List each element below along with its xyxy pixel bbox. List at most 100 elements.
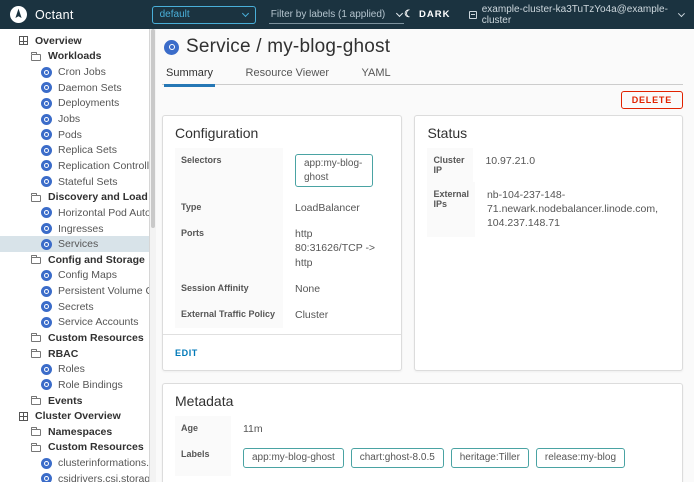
- sidebar-item[interactable]: Secrets: [0, 299, 149, 315]
- config-row-value: app:my-blog-ghost: [295, 154, 373, 187]
- sidebar-item[interactable]: RBAC: [0, 346, 149, 362]
- config-row-label: Selectors: [175, 148, 283, 195]
- sidebar-item-label: Ingresses: [58, 223, 104, 235]
- cluster-context-dropdown[interactable]: example-cluster-ka3TuTzYo4a@example-clus…: [469, 4, 685, 26]
- sidebar-item[interactable]: Config Maps: [0, 268, 149, 284]
- resource-circle-icon: [41, 473, 52, 482]
- sidebar-item-label: Cluster Overview: [35, 410, 121, 422]
- sidebar-item-label: Services: [58, 238, 98, 250]
- sidebar-item-label: clusterinformations.crd.projec: [58, 457, 149, 469]
- label-filter-dropdown[interactable]: Filter by labels (1 applied): [269, 6, 404, 24]
- resource-circle-icon: [41, 286, 52, 297]
- sidebar-scrollbar[interactable]: [150, 29, 156, 482]
- sidebar-item[interactable]: Config and Storage: [0, 252, 149, 268]
- resource-circle-icon: [41, 364, 52, 375]
- label-filter-text: Filter by labels (1 applied): [271, 9, 386, 20]
- edit-link[interactable]: EDIT: [175, 348, 198, 358]
- chevron-down-icon: [396, 9, 403, 16]
- sidebar-item-label: Config Maps: [58, 269, 117, 281]
- namespace-dropdown[interactable]: default: [152, 6, 256, 24]
- age-label: Age: [175, 416, 231, 442]
- tab[interactable]: YAML: [360, 64, 393, 84]
- sidebar-item-label: Pods: [58, 129, 82, 141]
- sidebar-item[interactable]: Discovery and Load Balancing: [0, 189, 149, 205]
- folder-icon: [31, 257, 41, 264]
- resource-circle-icon: [41, 98, 52, 109]
- sidebar-item[interactable]: Overview: [0, 33, 149, 49]
- sidebar-item-label: Events: [48, 395, 82, 407]
- octant-logo-icon: [10, 6, 27, 23]
- config-row: Selectors app:my-blog-ghost: [175, 148, 389, 195]
- tab[interactable]: Resource Viewer: [244, 64, 332, 84]
- sidebar-item[interactable]: csidrivers.csi.storage.k8s.io: [0, 471, 149, 482]
- sidebar-item-label: Config and Storage: [48, 254, 145, 266]
- config-row-value: LoadBalancer: [295, 202, 360, 214]
- page-title: Service / my-blog-ghost: [186, 36, 390, 58]
- sidebar-item-label: Cron Jobs: [58, 66, 106, 78]
- sidebar-item-label: Stateful Sets: [58, 176, 118, 188]
- resource-circle-icon: [41, 129, 52, 140]
- config-row: External Traffic Policy Cluster: [175, 302, 389, 328]
- status-card: Status Cluster IP 10.97.21.0 External IP…: [414, 115, 683, 371]
- sidebar-item[interactable]: Cron Jobs: [0, 64, 149, 80]
- sidebar-item-label: Daemon Sets: [58, 82, 122, 94]
- applications-icon: [19, 412, 28, 421]
- configuration-title: Configuration: [175, 125, 389, 141]
- sidebar-item[interactable]: Events: [0, 393, 149, 409]
- sidebar-item-label: Service Accounts: [58, 316, 139, 328]
- resource-circle-icon: [41, 223, 52, 234]
- sidebar-item-label: Deployments: [58, 97, 119, 109]
- sidebar-item[interactable]: clusterinformations.crd.projec: [0, 455, 149, 471]
- theme-toggle-button[interactable]: ☾ DARK: [404, 9, 450, 20]
- app-header: Octant default Filter by labels (1 appli…: [0, 0, 694, 29]
- sidebar-item[interactable]: Stateful Sets: [0, 174, 149, 190]
- resource-circle-icon: [41, 207, 52, 218]
- sidebar-item[interactable]: Jobs: [0, 111, 149, 127]
- folder-icon: [31, 429, 41, 436]
- resource-circle-icon: [41, 176, 52, 187]
- metadata-labels-row: Labels app:my-blog-ghost chart:ghost-8.0…: [175, 442, 670, 476]
- sidebar-item[interactable]: Cluster Overview: [0, 408, 149, 424]
- config-row-value: None: [295, 283, 320, 295]
- sidebar-item[interactable]: Replica Sets: [0, 142, 149, 158]
- sidebar-item-label: Custom Resources: [48, 332, 144, 344]
- sidebar-item[interactable]: Workloads: [0, 49, 149, 65]
- sidebar-item[interactable]: Services: [0, 236, 149, 252]
- delete-button[interactable]: DELETE: [621, 91, 683, 109]
- status-row-label: External IPs: [427, 182, 475, 237]
- tab[interactable]: Summary: [164, 64, 215, 87]
- scrollbar-thumb[interactable]: [151, 29, 155, 228]
- tab-bar: Summary Resource Viewer YAML: [162, 63, 683, 85]
- folder-icon: [31, 335, 41, 342]
- sidebar-item[interactable]: Custom Resources: [0, 440, 149, 456]
- sidebar-item[interactable]: Custom Resources: [0, 330, 149, 346]
- sidebar-item[interactable]: Replication Controllers: [0, 158, 149, 174]
- sidebar-item[interactable]: Horizontal Pod Autoscalers: [0, 205, 149, 221]
- label-tag: app:my-blog-ghost: [243, 448, 344, 468]
- configuration-card: Configuration Selectors app:my-blog-ghos…: [162, 115, 402, 371]
- sidebar-item-label: Roles: [58, 363, 85, 375]
- folder-icon: [31, 195, 41, 202]
- sidebar-item-label: Jobs: [58, 113, 80, 125]
- sidebar-item[interactable]: Namespaces: [0, 424, 149, 440]
- sidebar-item[interactable]: Pods: [0, 127, 149, 143]
- theme-toggle-label: DARK: [419, 9, 450, 20]
- metadata-card: Metadata Age 11m Labels app:my-blog-ghos…: [162, 383, 683, 482]
- sidebar-item[interactable]: Deployments: [0, 96, 149, 112]
- sidebar-item-label: Replication Controllers: [58, 160, 149, 172]
- sidebar-item-label: Overview: [35, 35, 82, 47]
- status-row-value: 10.97.21.0: [473, 148, 670, 182]
- app-title: Octant: [35, 8, 74, 22]
- resource-circle-icon: [41, 379, 52, 390]
- moon-icon: ☾: [404, 9, 414, 20]
- label-tag: chart:ghost-8.0.5: [351, 448, 444, 468]
- sidebar-item-label: RBAC: [48, 348, 78, 360]
- sidebar-item[interactable]: Ingresses: [0, 221, 149, 237]
- sidebar-item[interactable]: Persistent Volume Claims: [0, 283, 149, 299]
- sidebar-item[interactable]: Role Bindings: [0, 377, 149, 393]
- sidebar-item[interactable]: Service Accounts: [0, 315, 149, 331]
- resource-circle-icon: [41, 317, 52, 328]
- sidebar-item[interactable]: Daemon Sets: [0, 80, 149, 96]
- main-content: Service / my-blog-ghost Summary Resource…: [156, 29, 694, 482]
- sidebar-item[interactable]: Roles: [0, 361, 149, 377]
